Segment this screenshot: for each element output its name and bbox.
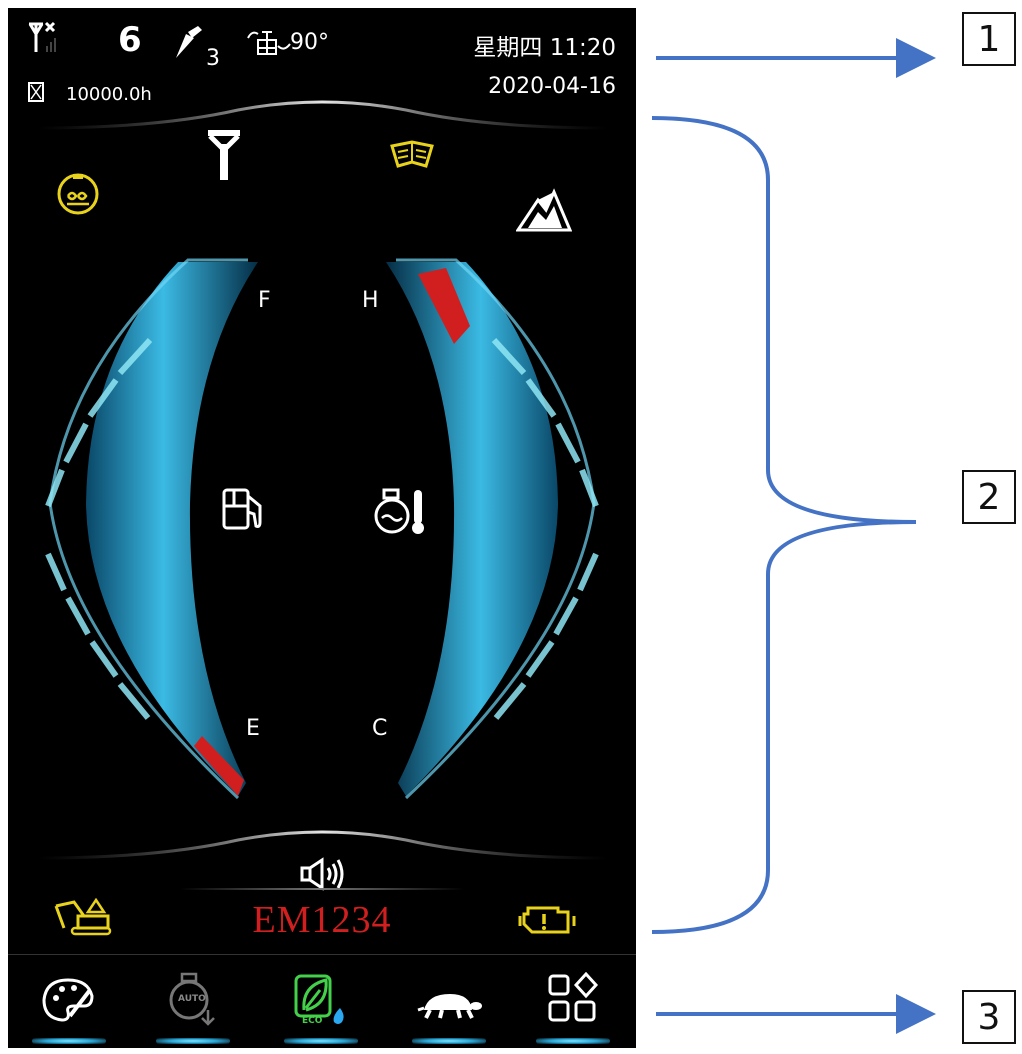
callout-label-3: 3 [962,990,1016,1044]
callout-label-1: 1 [962,12,1016,66]
callout-label-2: 2 [962,470,1016,524]
callout-arrows [651,38,936,1034]
